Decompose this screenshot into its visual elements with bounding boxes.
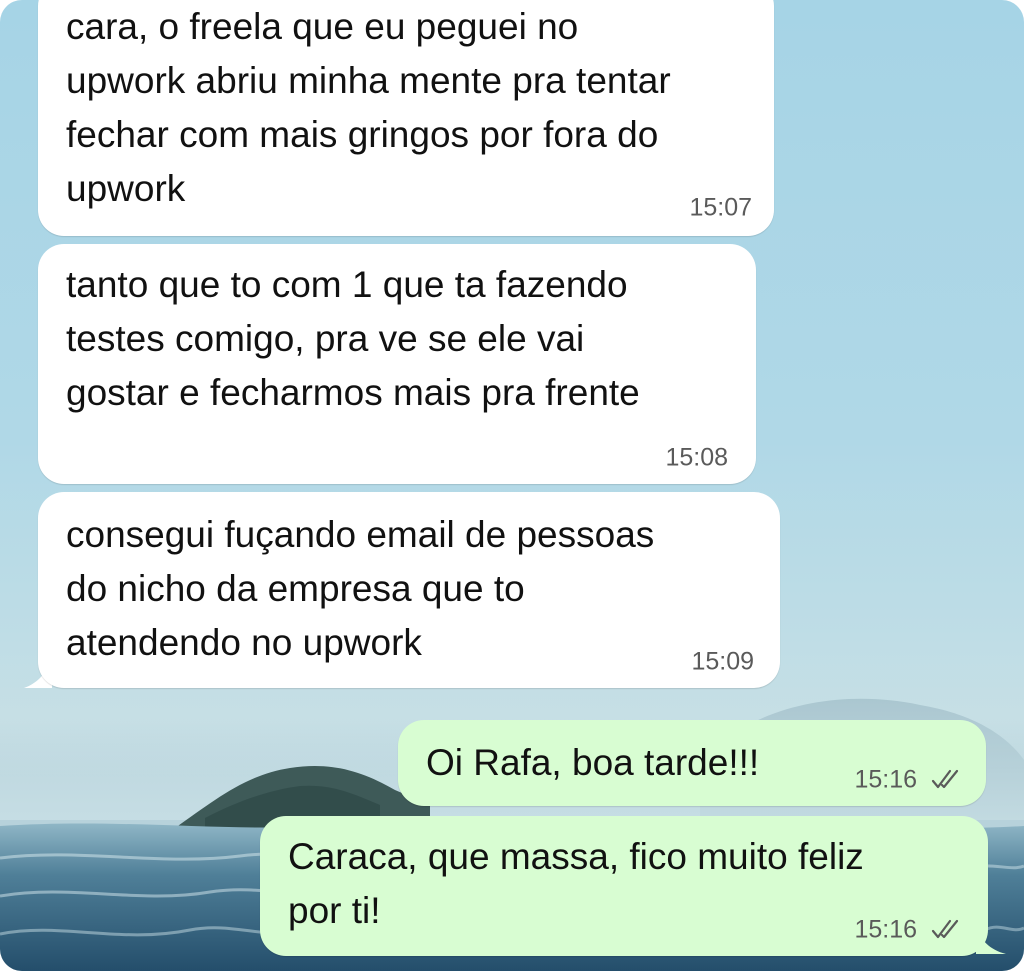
message-time: 15:16 bbox=[854, 765, 918, 794]
incoming-message[interactable]: cara, o freela que eu peguei no upwork a… bbox=[38, 0, 774, 236]
message-timestamp: 15:07 bbox=[689, 192, 752, 221]
message-text: cara, o freela que eu peguei no upwork a… bbox=[66, 6, 671, 209]
message-timestamp: 15:16 bbox=[854, 764, 962, 793]
bubble-tail bbox=[976, 926, 1006, 954]
message-text: Caraca, que massa, fico muito feliz por … bbox=[288, 836, 864, 931]
outgoing-message[interactable]: Oi Rafa, boa tarde!!! 15:16 bbox=[398, 720, 986, 806]
message-timestamp: 15:09 bbox=[691, 646, 754, 675]
message-time: 15:09 bbox=[691, 647, 754, 676]
incoming-message[interactable]: consegui fuçando email de pessoas do nic… bbox=[38, 492, 780, 688]
double-check-icon bbox=[931, 770, 959, 789]
message-time: 15:16 bbox=[854, 915, 918, 944]
message-time: 15:08 bbox=[665, 443, 728, 472]
message-time: 15:07 bbox=[689, 193, 752, 222]
message-text: tanto que to com 1 que ta fazendo testes… bbox=[66, 264, 640, 413]
incoming-message[interactable]: tanto que to com 1 que ta fazendo testes… bbox=[38, 244, 756, 484]
message-text: Oi Rafa, boa tarde!!! bbox=[426, 742, 760, 783]
message-text: consegui fuçando email de pessoas do nic… bbox=[66, 514, 655, 663]
message-timestamp: 15:16 bbox=[854, 914, 962, 943]
double-check-icon bbox=[931, 920, 959, 939]
chat-screen: cara, o freela que eu peguei no upwork a… bbox=[0, 0, 1024, 971]
message-timestamp: 15:08 bbox=[665, 442, 728, 471]
outgoing-message[interactable]: Caraca, que massa, fico muito feliz por … bbox=[260, 816, 988, 956]
